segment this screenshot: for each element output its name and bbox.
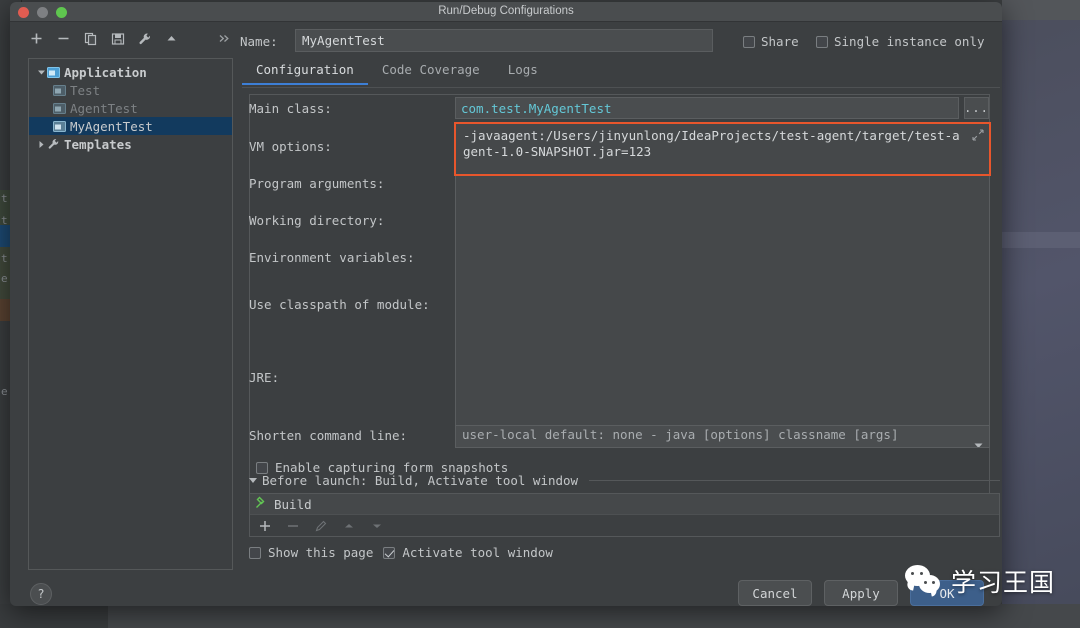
wrench-icon[interactable]: [136, 30, 153, 47]
shorten-command-line-combo[interactable]: user-local default: none - java [options…: [455, 425, 990, 448]
wrench-icon: [47, 138, 62, 150]
vm-options-value[interactable]: -javaagent:/Users/jinyunlong/IdeaProject…: [463, 128, 963, 160]
configurations-tree[interactable]: Application Test AgentTest MyAgentTest: [28, 58, 233, 570]
ok-button[interactable]: OK: [910, 580, 984, 606]
tree-node-test[interactable]: Test: [29, 81, 232, 99]
enable-capturing-checkbox[interactable]: [256, 462, 268, 474]
help-button[interactable]: ?: [30, 583, 52, 605]
fields-area: Main class: VM options: Program argument…: [242, 94, 1000, 494]
chevron-down-icon[interactable]: [249, 478, 257, 483]
share-label: Share: [761, 34, 799, 49]
tree-label-test: Test: [70, 83, 100, 98]
move-up-icon[interactable]: [163, 30, 180, 47]
config-icon: [53, 121, 68, 132]
tree-node-application[interactable]: Application: [29, 63, 232, 81]
bg-text-1: t: [1, 214, 8, 227]
tree-label-templates: Templates: [64, 137, 132, 152]
activate-tool-window-label: Activate tool window: [402, 545, 553, 560]
vm-options-label: VM options:: [249, 139, 332, 154]
show-this-page-row[interactable]: Show this page: [249, 545, 373, 560]
use-classpath-label: Use classpath of module:: [249, 297, 430, 312]
program-arguments-label: Program arguments:: [249, 176, 384, 191]
dialog-footer-buttons: Cancel Apply OK: [738, 580, 984, 606]
remove-icon[interactable]: [55, 30, 72, 47]
before-launch-divider: [589, 480, 1000, 481]
shorten-command-line-value: user-local default: none - java [options…: [462, 427, 899, 442]
before-launch-task-build[interactable]: Build: [250, 494, 999, 514]
share-checkbox-row[interactable]: Share: [743, 34, 799, 49]
background-status-bar: [0, 604, 1080, 628]
edit-task-icon: [314, 519, 328, 533]
background-right-toolbar: [1002, 0, 1080, 20]
copy-icon[interactable]: [82, 30, 99, 47]
shorten-command-line-label: Shorten command line:: [249, 428, 407, 443]
bg-text-2: t: [1, 252, 8, 265]
main-class-browse-button[interactable]: ...: [964, 97, 989, 119]
tree-label-agenttest: AgentTest: [70, 101, 138, 116]
window-title: Run/Debug Configurations: [10, 5, 1002, 17]
more-icon[interactable]: [216, 30, 233, 47]
expand-icon[interactable]: [972, 129, 984, 141]
tree-label-myagenttest: MyAgentTest: [70, 119, 153, 134]
application-icon: [47, 67, 62, 78]
environment-variables-label: Environment variables:: [249, 250, 415, 265]
run-debug-configurations-dialog: Run/Debug Configurations: [10, 2, 1002, 606]
show-this-page-label: Show this page: [268, 545, 373, 560]
add-task-icon[interactable]: [258, 519, 272, 533]
share-checkbox[interactable]: [743, 36, 755, 48]
before-launch-header[interactable]: Before launch: Build, Activate tool wind…: [249, 473, 1000, 488]
config-icon: [53, 85, 68, 96]
chevron-down-icon[interactable]: [35, 68, 47, 77]
background-status-left: [0, 604, 108, 628]
tab-code-coverage[interactable]: Code Coverage: [368, 58, 494, 84]
cancel-button[interactable]: Cancel: [738, 580, 812, 606]
bg-text-0: t: [1, 192, 8, 205]
bottom-checkboxes: Show this page Activate tool window: [249, 545, 553, 560]
dialog-titlebar: Run/Debug Configurations: [10, 2, 1002, 22]
dialog-top-row: Name: Share Single instance only: [10, 22, 1002, 58]
remove-task-icon: [286, 519, 300, 533]
jre-label: JRE:: [249, 370, 279, 385]
main-class-label: Main class:: [249, 101, 332, 116]
before-launch-toolbar: [250, 514, 999, 536]
single-instance-label: Single instance only: [834, 34, 985, 49]
before-launch-task-label: Build: [274, 497, 312, 512]
hammer-icon: [255, 496, 268, 512]
show-this-page-checkbox[interactable]: [249, 547, 261, 559]
single-instance-checkbox[interactable]: [816, 36, 828, 48]
before-launch-task-list[interactable]: Build: [249, 493, 1000, 537]
activate-tool-window-checkbox[interactable]: [383, 547, 395, 559]
chevron-down-icon[interactable]: [974, 434, 983, 448]
before-launch-section: Before launch: Build, Activate tool wind…: [249, 473, 1000, 537]
name-label: Name:: [240, 34, 278, 49]
activate-tool-window-row[interactable]: Activate tool window: [383, 545, 553, 560]
background-right-highlight: [1002, 232, 1080, 248]
tab-bar: Configuration Code Coverage Logs: [242, 58, 1000, 88]
move-up-task-icon: [342, 519, 356, 533]
background-right-pane: [1002, 0, 1080, 628]
tree-toolbar: [28, 30, 233, 47]
tab-configuration[interactable]: Configuration: [242, 58, 368, 84]
tab-logs[interactable]: Logs: [494, 58, 552, 84]
tree-label-application: Application: [64, 65, 147, 80]
config-icon: [53, 103, 68, 114]
single-instance-checkbox-row[interactable]: Single instance only: [816, 34, 985, 49]
save-icon[interactable]: [109, 30, 126, 47]
vm-options-popup[interactable]: -javaagent:/Users/jinyunlong/IdeaProject…: [454, 122, 991, 176]
working-directory-label: Working directory:: [249, 213, 384, 228]
tree-node-myagenttest[interactable]: MyAgentTest: [29, 117, 232, 135]
tree-node-agenttest[interactable]: AgentTest: [29, 99, 232, 117]
add-icon[interactable]: [28, 30, 45, 47]
tree-node-templates[interactable]: Templates: [29, 135, 232, 153]
move-down-task-icon: [370, 519, 384, 533]
chevron-right-icon[interactable]: [35, 140, 47, 149]
main-class-input[interactable]: [455, 97, 959, 119]
before-launch-title: Before launch: Build, Activate tool wind…: [262, 473, 578, 488]
name-input[interactable]: [295, 29, 713, 52]
apply-button[interactable]: Apply: [824, 580, 898, 606]
bg-text-4: e: [1, 385, 8, 398]
